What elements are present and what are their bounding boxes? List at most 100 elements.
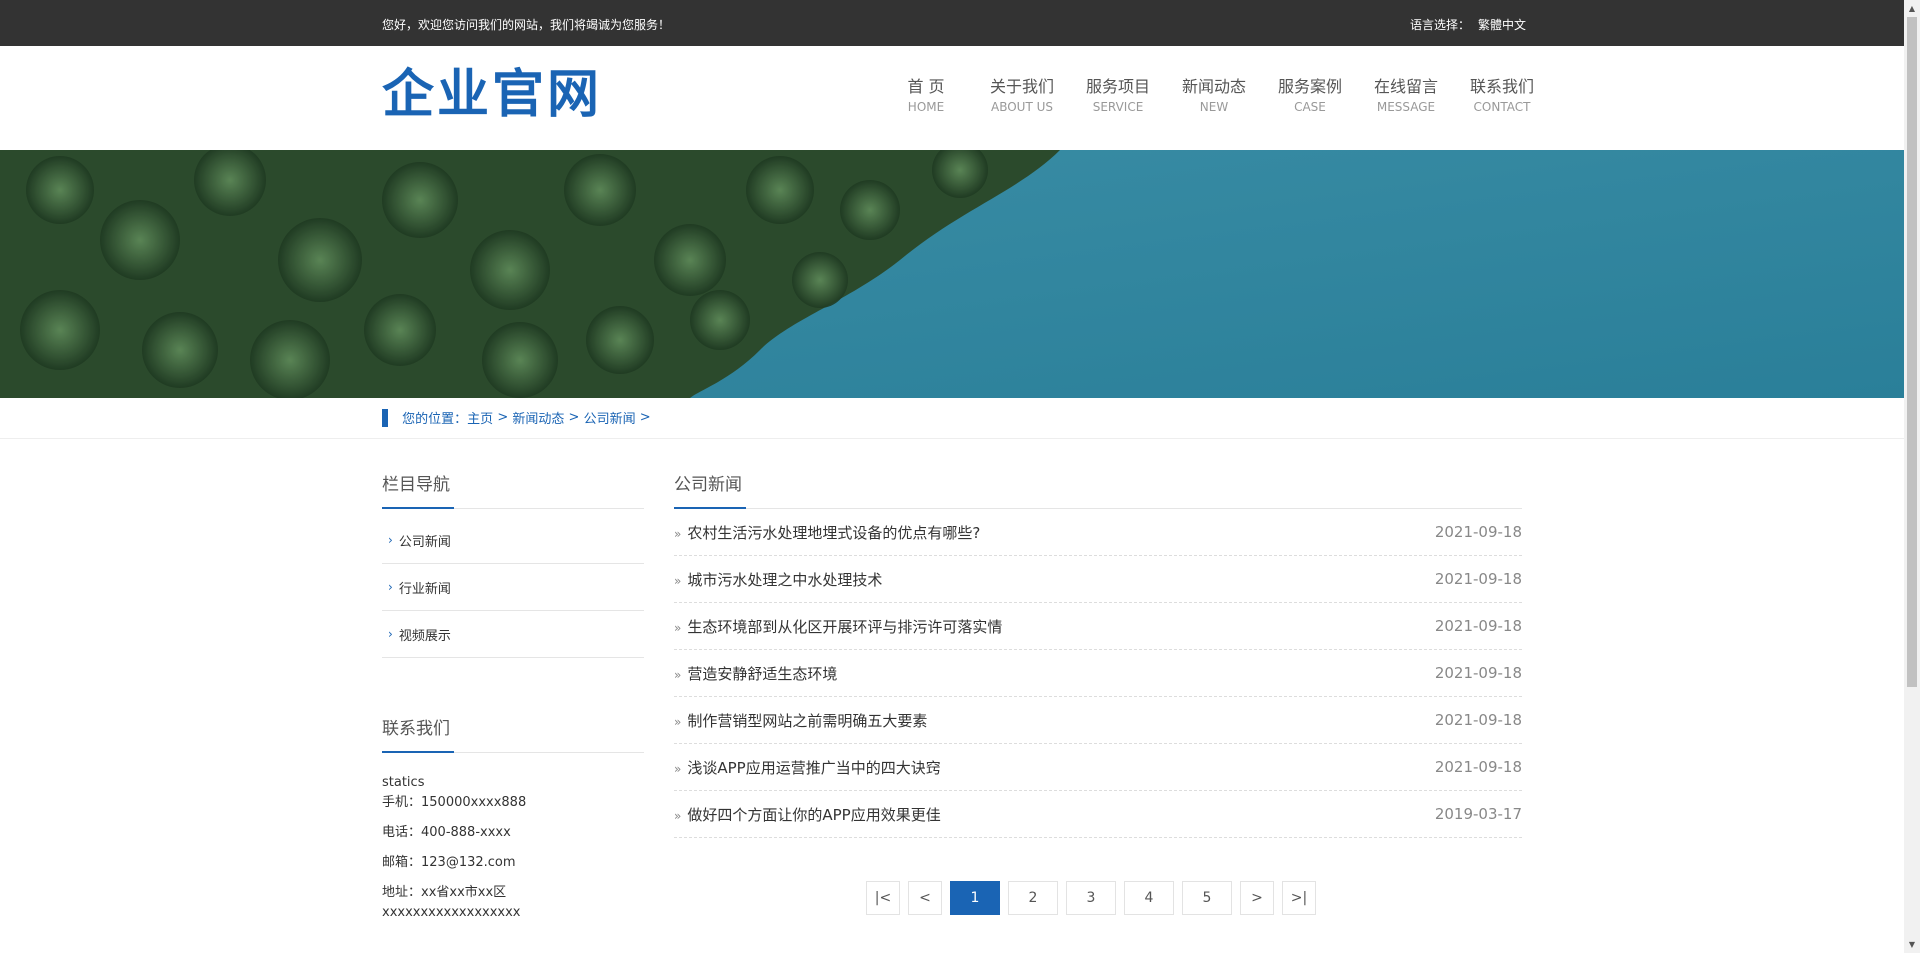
scrollbar-thumb[interactable] (1907, 17, 1917, 687)
news-title-text: 制作营销型网站之前需明确五大要素 (687, 711, 928, 730)
double-chevron-icon: » (674, 667, 682, 682)
nav-label-en: MESSAGE (1376, 100, 1436, 114)
scroll-up-arrow-icon[interactable]: ▲ (1904, 0, 1920, 17)
scroll-down-arrow-icon[interactable]: ▼ (1904, 936, 1920, 953)
sidebar-item-label: 行业新闻 (398, 581, 451, 597)
news-title[interactable]: » 农村生活污水处理地埋式设备的优点有哪些? (674, 522, 980, 543)
page-scrollbar[interactable]: ▲ ▼ (1904, 0, 1920, 953)
news-title-text: 营造安静舒适生态环境 (687, 664, 838, 683)
news-title[interactable]: » 营造安静舒适生态环境 (674, 663, 837, 684)
sidebar-item-videos[interactable]: › 视频展示 (382, 611, 644, 658)
double-chevron-icon: » (674, 714, 682, 729)
sidebar-nav-title: 栏目导航 (382, 470, 644, 509)
welcome-text: 您好，欢迎您访问我们的网站，我们将竭诚为您服务！ (382, 18, 671, 32)
language-switch: 语言选择： 繁體中文 (1410, 16, 1526, 33)
news-title[interactable]: » 城市污水处理之中水处理技术 (674, 569, 882, 590)
breadcrumb-link-home[interactable]: 主页 (467, 412, 493, 427)
news-row[interactable]: » 做好四个方面让你的APP应用效果更佳 2019-03-17 (674, 791, 1522, 838)
pagination-last-button[interactable]: >| (1282, 881, 1316, 915)
breadcrumb-separator: > (497, 410, 509, 425)
pagination-page-2[interactable]: 2 (1008, 881, 1058, 915)
news-row[interactable]: » 制作营销型网站之前需明确五大要素 2021-09-18 (674, 697, 1522, 744)
pagination-page-1[interactable]: 1 (950, 881, 1000, 915)
nav-label-cn: 新闻动态 (1181, 77, 1246, 96)
nav-label-en: NEW (1199, 100, 1229, 114)
nav-item-home[interactable]: 首 页 HOME (878, 77, 974, 115)
news-row[interactable]: » 农村生活污水处理地埋式设备的优点有哪些? 2021-09-18 (674, 509, 1522, 556)
news-row[interactable]: » 浅谈APP应用运营推广当中的四大诀窍 2021-09-18 (674, 744, 1522, 791)
double-chevron-icon: » (674, 573, 682, 588)
language-link-traditional[interactable]: 繁體中文 (1478, 18, 1526, 32)
pagination-next-button[interactable]: > (1240, 881, 1274, 915)
news-title-text: 生态环境部到从化区开展环评与排污许可落实情 (687, 617, 1003, 636)
news-date: 2021-09-18 (1434, 617, 1522, 635)
nav-item-case[interactable]: 服务案例 CASE (1262, 77, 1358, 115)
news-title[interactable]: » 制作营销型网站之前需明确五大要素 (674, 710, 927, 731)
sidebar-item-industry-news[interactable]: › 行业新闻 (382, 564, 644, 611)
news-title[interactable]: » 浅谈APP应用运营推广当中的四大诀窍 (674, 757, 941, 778)
news-date: 2021-09-18 (1434, 758, 1522, 776)
news-title[interactable]: » 做好四个方面让你的APP应用效果更佳 (674, 804, 941, 825)
nav-label-cn: 联系我们 (1469, 77, 1534, 96)
chevron-right-icon: › (388, 533, 393, 547)
nav-label-cn: 服务项目 (1085, 77, 1150, 96)
chevron-right-icon: › (388, 627, 393, 641)
breadcrumb-marker (382, 408, 388, 427)
pagination-first-button[interactable]: |< (866, 881, 900, 915)
contact-mobile: 手机：150000xxxx888 (382, 795, 527, 810)
site-logo[interactable]: 企业官网 (382, 65, 602, 125)
breadcrumb-separator: > (568, 410, 580, 425)
pagination-prev-button[interactable]: < (908, 881, 942, 915)
breadcrumb-separator: > (639, 410, 651, 425)
header: 企业官网 首 页 HOME 关于我们 ABOUT US 服务项目 SERVICE… (0, 46, 1904, 150)
breadcrumb-bar: 您的位置：主页 > 新闻动态 > 公司新闻 > (0, 398, 1904, 439)
news-row[interactable]: » 生态环境部到从化区开展环评与排污许可落实情 2021-09-18 (674, 603, 1522, 650)
news-title-text: 城市污水处理之中水处理技术 (687, 570, 883, 589)
nav-label-en: CONTACT (1473, 100, 1531, 114)
nav-item-about[interactable]: 关于我们 ABOUT US (974, 77, 1070, 115)
news-title-text: 做好四个方面让你的APP应用效果更佳 (687, 805, 941, 824)
top-bar: 您好，欢迎您访问我们的网站，我们将竭诚为您服务！ 语言选择： 繁體中文 (0, 0, 1904, 46)
nav-label-cn: 服务案例 (1277, 77, 1342, 96)
page: 您好，欢迎您访问我们的网站，我们将竭诚为您服务！ 语言选择： 繁體中文 企业官网 … (0, 0, 1904, 953)
breadcrumb-link-company-news[interactable]: 公司新闻 (584, 412, 636, 427)
sidebar-item-company-news[interactable]: › 公司新闻 (382, 517, 644, 564)
double-chevron-icon: » (674, 761, 682, 776)
news-title-text: 农村生活污水处理地埋式设备的优点有哪些? (687, 523, 981, 542)
nav-item-message[interactable]: 在线留言 MESSAGE (1358, 77, 1454, 115)
nav-label-cn: 关于我们 (989, 77, 1054, 96)
title-underline (382, 507, 454, 509)
sidebar-nav-title-text: 栏目导航 (382, 475, 450, 495)
breadcrumb-prefix: 您的位置： (402, 412, 468, 427)
nav-item-service[interactable]: 服务项目 SERVICE (1070, 77, 1166, 115)
hero-banner-image (0, 150, 1904, 398)
contact-phone: 电话：400-888-xxxx (382, 825, 511, 840)
nav-label-en: ABOUT US (990, 100, 1053, 114)
nav-item-news[interactable]: 新闻动态 NEW (1166, 77, 1262, 115)
main-content: 公司新闻 » 农村生活污水处理地埋式设备的优点有哪些? 2021-09-18 » 城… (674, 470, 1522, 838)
sidebar: 栏目导航 › 公司新闻 › 行业新闻 › 视频展示 联系我们 statics 手… (382, 470, 644, 923)
double-chevron-icon: » (674, 808, 682, 823)
nav-label-cn: 首 页 (907, 77, 945, 96)
breadcrumb-link-news[interactable]: 新闻动态 (512, 412, 564, 427)
pagination-page-4[interactable]: 4 (1124, 881, 1174, 915)
news-title-text: 浅谈APP应用运营推广当中的四大诀窍 (687, 758, 941, 777)
title-underline (674, 507, 746, 509)
banner-illustration (0, 150, 1904, 398)
news-title[interactable]: » 生态环境部到从化区开展环评与排污许可落实情 (674, 616, 1002, 637)
sidebar-contact-title-text: 联系我们 (382, 719, 450, 739)
sidebar-item-label: 视频展示 (398, 628, 451, 644)
news-row[interactable]: » 营造安静舒适生态环境 2021-09-18 (674, 650, 1522, 697)
news-row[interactable]: » 城市污水处理之中水处理技术 2021-09-18 (674, 556, 1522, 603)
nav-item-contact[interactable]: 联系我们 CONTACT (1454, 77, 1550, 115)
sidebar-nav-list: › 公司新闻 › 行业新闻 › 视频展示 (382, 517, 644, 658)
nav-label-en: HOME (907, 100, 945, 114)
pagination-page-5[interactable]: 5 (1182, 881, 1232, 915)
nav-label-cn: 在线留言 (1373, 77, 1438, 96)
contact-address: 地址：xx省xx市xx区xxxxxxxxxxxxxxxxxx (382, 885, 521, 920)
news-date: 2021-09-18 (1434, 711, 1522, 729)
chevron-right-icon: › (388, 580, 393, 594)
news-date: 2021-09-18 (1434, 664, 1522, 682)
pagination-page-3[interactable]: 3 (1066, 881, 1116, 915)
pagination: |< < 1 2 3 4 5 > >| (866, 881, 1324, 915)
